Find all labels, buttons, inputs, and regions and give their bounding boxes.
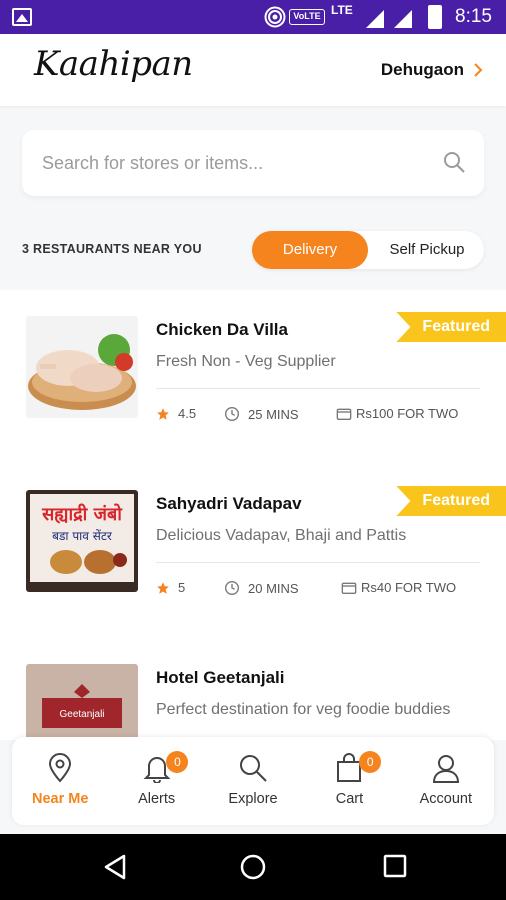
delivery-time: 25 MINS xyxy=(224,406,299,422)
nav-explore[interactable]: Explore xyxy=(205,737,301,825)
restaurant-description: Fresh Non - Veg Supplier xyxy=(156,353,336,370)
featured-badge: Featured xyxy=(396,486,506,516)
battery-icon xyxy=(428,5,442,29)
nav-account[interactable]: Account xyxy=(398,737,494,825)
restaurant-list: Chicken Da Villa Fresh Non - Veg Supplie… xyxy=(0,290,506,740)
image-notification-icon xyxy=(12,8,32,26)
nav-label: Account xyxy=(419,791,473,807)
star-icon xyxy=(157,407,169,420)
search-box xyxy=(22,130,484,196)
restaurant-count: 3 RESTAURANTS NEAR YOU xyxy=(22,242,202,256)
delivery-time: 20 MINS xyxy=(224,580,299,596)
time-value: 20 MINS xyxy=(248,580,299,596)
restaurant-description: Perfect destination for veg foodie buddi… xyxy=(156,701,451,718)
restaurant-card[interactable]: सह्याद्री जंबो बडा पाव सेंटर Sahyadri Va… xyxy=(0,464,506,638)
rating: 4.5 xyxy=(156,406,196,421)
user-icon xyxy=(432,755,459,783)
system-navigation-bar xyxy=(0,834,506,900)
location-selector[interactable]: Dehugaon xyxy=(381,60,486,80)
time-value: 25 MINS xyxy=(248,406,299,422)
alerts-count-badge: 0 xyxy=(166,751,189,773)
sign-text: Geetanjali xyxy=(59,709,104,720)
delivery-option[interactable]: Delivery xyxy=(252,231,368,269)
rating: 5 xyxy=(156,580,185,595)
restaurant-image xyxy=(26,316,138,418)
clock-icon xyxy=(225,407,239,421)
restaurant-image: सह्याद्री जंबो बडा पाव सेंटर xyxy=(26,490,138,592)
home-icon[interactable] xyxy=(239,853,267,881)
wallet-icon xyxy=(341,582,357,594)
status-bar: VoLTE LTE 8:15 xyxy=(0,0,506,34)
hotspot-icon xyxy=(264,6,286,28)
search-icon xyxy=(240,755,267,782)
price-value: Rs100 FOR TWO xyxy=(356,406,459,421)
recents-icon[interactable] xyxy=(382,853,408,879)
nav-cart[interactable]: 0 Cart xyxy=(301,737,397,825)
restaurant-name: Chicken Da Villa xyxy=(156,320,288,339)
self-pickup-option[interactable]: Self Pickup xyxy=(370,231,484,269)
nav-label: Near Me xyxy=(31,791,89,807)
divider xyxy=(156,562,480,563)
signal-icon xyxy=(394,10,412,28)
restaurant-image: Geetanjali xyxy=(26,664,138,740)
app-logo: Kaahipan xyxy=(34,44,193,84)
location-name: Dehugaon xyxy=(380,60,464,79)
restaurant-description: Delicious Vadapav, Bhaji and Pattis xyxy=(156,527,407,544)
back-icon[interactable] xyxy=(102,853,128,881)
rating-value: 5 xyxy=(178,580,186,595)
featured-badge: Featured xyxy=(396,312,506,342)
rating-value: 4.5 xyxy=(178,406,197,421)
bottom-navigation: Near Me 0 Alerts Explore 0 Cart Account xyxy=(12,737,494,825)
volte-badge: VoLTE xyxy=(289,9,325,25)
clock-icon xyxy=(225,581,239,595)
signal-icon xyxy=(366,10,384,28)
restaurant-card[interactable]: Chicken Da Villa Fresh Non - Veg Supplie… xyxy=(0,290,506,464)
nav-alerts[interactable]: 0 Alerts xyxy=(108,737,204,825)
nav-label: Alerts xyxy=(138,791,176,807)
restaurant-name: Sahyadri Vadapav xyxy=(156,494,302,513)
nav-label: Explore xyxy=(228,791,278,807)
restaurant-card[interactable]: Geetanjali Hotel Geetanjali Perfect dest… xyxy=(0,638,506,740)
app-header: Kaahipan Dehugaon xyxy=(0,34,506,106)
network-type: LTE xyxy=(331,3,353,17)
sign-text-bottom: बडा पाव सेंटर xyxy=(52,529,113,543)
restaurant-name: Hotel Geetanjali xyxy=(156,668,285,687)
wallet-icon xyxy=(336,408,352,420)
nav-near-me[interactable]: Near Me xyxy=(12,737,108,825)
star-icon xyxy=(157,581,169,594)
cart-count-badge: 0 xyxy=(359,751,382,773)
sign-text-top: सह्याद्री जंबो xyxy=(41,503,123,525)
price-value: Rs40 FOR TWO xyxy=(361,580,457,595)
chevron-right-icon xyxy=(474,63,483,77)
price: Rs100 FOR TWO xyxy=(336,406,458,421)
delivery-mode-toggle: Delivery Self Pickup xyxy=(252,231,484,269)
divider xyxy=(156,388,480,389)
price: Rs40 FOR TWO xyxy=(341,580,456,595)
search-icon[interactable] xyxy=(442,150,466,174)
map-pin-icon xyxy=(49,753,72,783)
nav-label: Cart xyxy=(335,791,364,807)
clock: 8:15 xyxy=(455,6,492,27)
search-input[interactable] xyxy=(42,148,422,178)
